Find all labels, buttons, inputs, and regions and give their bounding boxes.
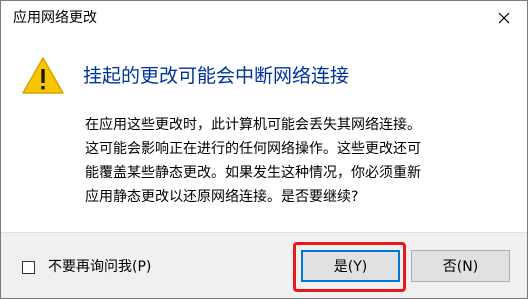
checkbox-label[interactable]: 不要再询问我(P): [48, 258, 151, 276]
body-line: 在应用这些更改时，此计算机可能会丢失其网络连接。: [85, 117, 421, 133]
dialog-content: 挂起的更改可能会中断网络连接 在应用这些更改时，此计算机可能会丢失其网络连接。 …: [1, 34, 527, 232]
body-text: 在应用这些更改时，此计算机可能会丢失其网络连接。 这可能会影响正在进行的任何网络…: [85, 113, 505, 209]
body-line: 应用静态更改以还原网络连接。是否要继续?: [85, 189, 359, 205]
yes-button[interactable]: 是(Y): [301, 250, 400, 282]
window-title: 应用网络更改: [13, 10, 97, 26]
main-instruction: 挂起的更改可能会中断网络连接: [83, 65, 350, 87]
close-button[interactable]: [481, 1, 527, 34]
dialog-footer: 不要再询问我(P) 是(Y) 否(N): [1, 232, 527, 298]
title-bar: 应用网络更改: [1, 1, 527, 34]
no-button[interactable]: 否(N): [411, 250, 510, 282]
dont-ask-again-checkbox[interactable]: 不要再询问我(P): [22, 258, 151, 276]
dialog-window: 应用网络更改 挂起的更改可能会中断网络连接 在应用这些更改时，此计算机可能会丢失…: [0, 0, 528, 299]
close-icon: [498, 12, 510, 23]
warning-icon: [22, 57, 64, 94]
checkbox-box[interactable]: [22, 260, 35, 274]
body-line: 能覆盖某些静态更改。如果发生这种情况，你必须重新: [85, 165, 421, 181]
body-line: 这可能会影响正在进行的任何网络操作。这些更改还可: [85, 141, 421, 157]
